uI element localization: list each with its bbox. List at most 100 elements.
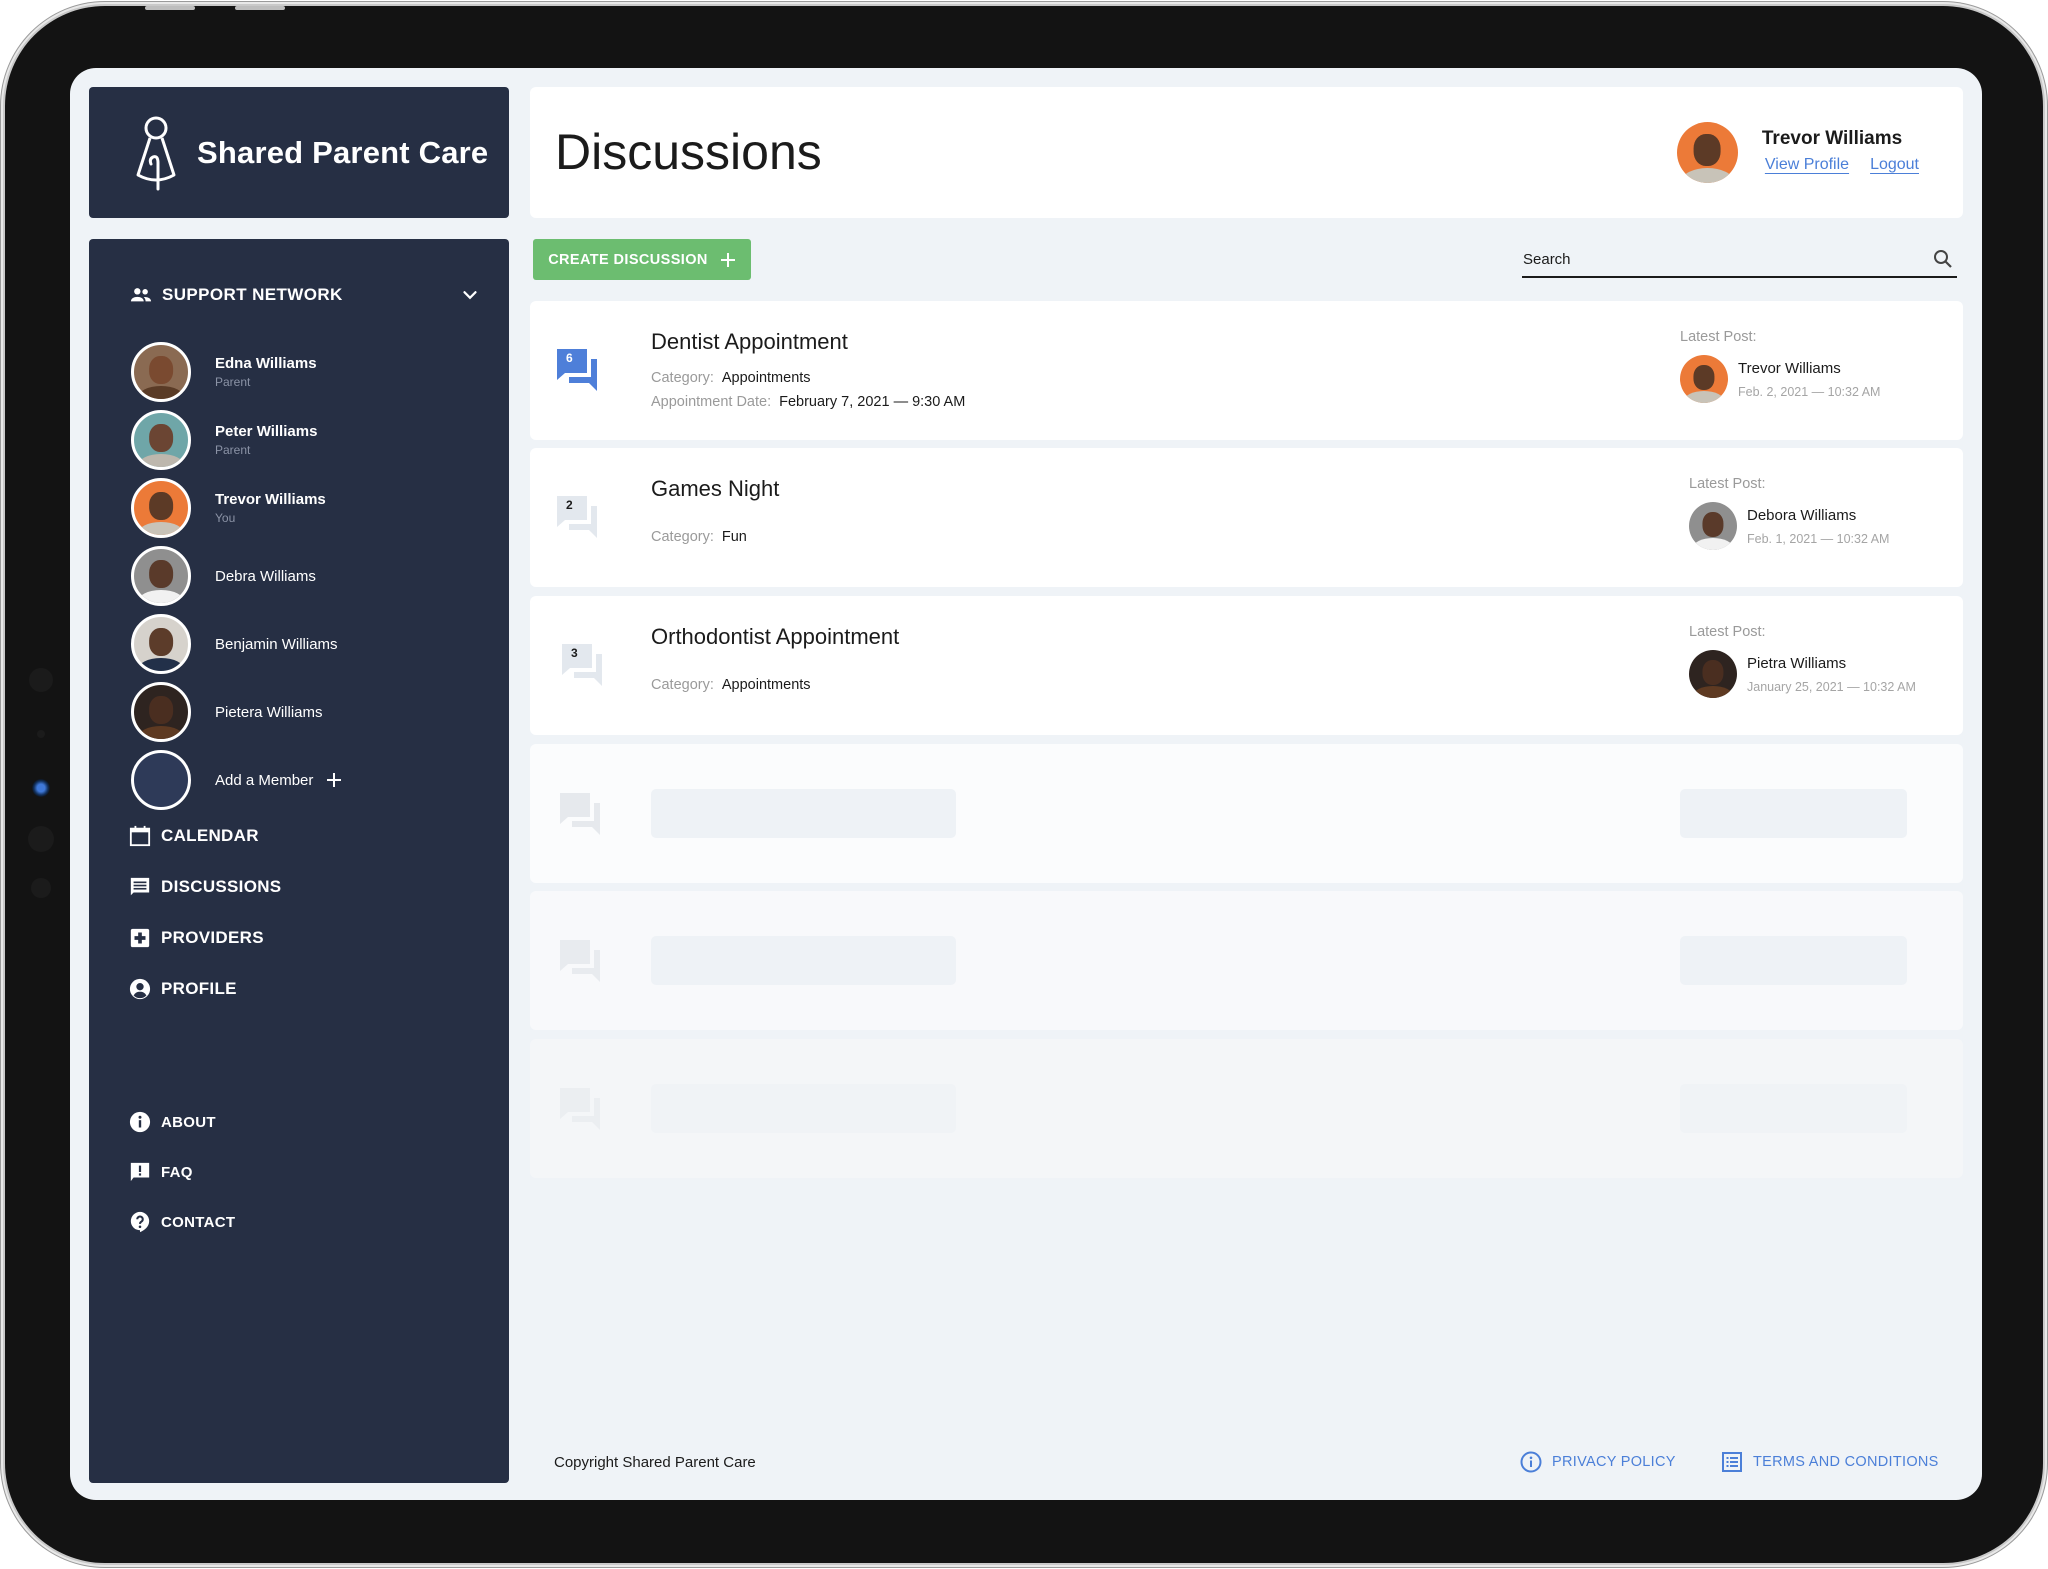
discussion-card[interactable]: 6 Dentist Appointment Category: Appointme… (530, 301, 1963, 440)
chat-icon: 3 (562, 644, 606, 686)
member-role: Parent (215, 374, 251, 389)
skeleton-bar (1680, 789, 1907, 838)
latest-date: January 25, 2021 — 10:32 AM (1747, 679, 1916, 694)
skeleton-card (530, 1039, 1963, 1178)
copyright-text: Copyright Shared Parent Care (554, 1454, 756, 1471)
user-avatar[interactable] (1676, 122, 1738, 183)
avatar (1689, 502, 1737, 550)
secondary-nav: ABOUT FAQ CONTACT (129, 1097, 235, 1247)
member-name: Edna Williams (215, 354, 317, 372)
nav-discussions[interactable]: DISCUSSIONS (129, 861, 281, 912)
discussion-title: Orthodontist Appointment (651, 624, 900, 649)
date-label: Appointment Date: (651, 394, 772, 410)
calendar-icon (129, 825, 151, 846)
category-value: Appointments (721, 677, 811, 693)
privacy-policy-link[interactable]: PRIVACY POLICY (1520, 1451, 1676, 1473)
primary-nav: CALENDAR DISCUSSIONS PROVIDERS PROFILE (129, 810, 281, 1014)
member-item[interactable]: Debra Williams (131, 542, 343, 610)
chat-icon (560, 940, 600, 982)
create-discussion-label: CREATE DISCUSSION (548, 251, 708, 268)
user-name: Trevor Williams (1761, 128, 1903, 149)
app-name: Shared Parent Care (197, 134, 489, 170)
latest-post: Latest Post: Pietra Williams January 25,… (1689, 624, 1916, 698)
nav-contact[interactable]: CONTACT (129, 1197, 235, 1247)
page-header: Discussions Trevor Williams View Profile… (530, 87, 1963, 218)
category-row: Category: Appointments (651, 677, 811, 693)
category-label: Category: (651, 529, 714, 545)
app-logo[interactable]: Shared Parent Care (89, 87, 509, 218)
member-name: Benjamin Williams (215, 635, 338, 653)
unread-chat-icon: 6 (557, 349, 601, 391)
avatar (1689, 650, 1737, 698)
user-menu: Trevor Williams View Profile Logout (1676, 122, 1919, 183)
nav-label: FAQ (161, 1163, 193, 1181)
avatar (131, 410, 191, 470)
latest-author: Debora Williams (1747, 506, 1857, 524)
nav-about[interactable]: ABOUT (129, 1097, 235, 1147)
latest-date: Feb. 2, 2021 — 10:32 AM (1738, 384, 1881, 399)
discussions-icon (130, 877, 150, 895)
nav-calendar[interactable]: CALENDAR (129, 810, 281, 861)
camera-sensor (31, 878, 51, 898)
member-item[interactable]: Pietera Williams (131, 678, 343, 746)
search-input[interactable] (1522, 250, 1933, 268)
app-screen: Shared Parent Care SUPPORT NETWORK Edna … (70, 68, 1982, 1500)
latest-date: Feb. 1, 2021 — 10:32 AM (1747, 531, 1890, 546)
nav-label: PROVIDERS (161, 927, 264, 947)
discussion-card[interactable]: 3 Orthodontist Appointment Category: Appo… (530, 596, 1963, 735)
empty-avatar (131, 750, 191, 810)
terms-link[interactable]: TERMS AND CONDITIONS (1721, 1451, 1939, 1473)
terms-label: TERMS AND CONDITIONS (1753, 1454, 1939, 1470)
nav-providers[interactable]: PROVIDERS (129, 912, 281, 963)
info-icon (129, 1111, 151, 1133)
help-icon (130, 1211, 150, 1233)
latest-post: Latest Post: Debora Williams Feb. 1, 202… (1689, 476, 1889, 550)
member-item[interactable]: Edna Williams Parent (131, 338, 343, 406)
avatar (131, 682, 191, 742)
account-circle-icon (129, 978, 151, 999)
latest-post-label: Latest Post: (1689, 624, 1766, 640)
people-icon (130, 288, 152, 302)
skeleton-card (530, 891, 1963, 1030)
nav-faq[interactable]: FAQ (129, 1147, 235, 1197)
nav-label: DISCUSSIONS (161, 876, 282, 896)
avatar (131, 478, 191, 538)
skeleton-bar (651, 789, 956, 838)
member-item[interactable]: Peter Williams Parent (131, 406, 343, 474)
sidebar: SUPPORT NETWORK Edna Williams Parent Pet… (89, 239, 509, 1483)
chat-icon (560, 793, 600, 835)
support-network-toggle[interactable]: SUPPORT NETWORK (130, 281, 481, 309)
member-item[interactable]: Benjamin Williams (131, 610, 343, 678)
appointment-date-row: Appointment Date: February 7, 2021 — 9:30… (651, 394, 965, 410)
logout-link[interactable]: Logout (1870, 156, 1919, 174)
post-count: 2 (566, 498, 573, 512)
page-title: Discussions (555, 124, 822, 180)
skeleton-bar (651, 936, 956, 985)
device-button (145, 6, 195, 10)
member-item[interactable]: Trevor Williams You (131, 474, 343, 542)
member-name: Debra Williams (215, 567, 316, 585)
camera-sensor (37, 730, 45, 738)
feedback-icon (130, 1162, 150, 1182)
create-discussion-button[interactable]: CREATE DISCUSSION (533, 239, 751, 280)
member-name: Trevor Williams (215, 490, 326, 508)
latest-post-label: Latest Post: (1689, 476, 1766, 492)
member-role: Parent (215, 442, 251, 457)
search-icon[interactable] (1933, 249, 1953, 269)
chat-icon: 2 (557, 496, 601, 538)
add-member-label: Add a Member (215, 771, 314, 789)
member-role: You (215, 510, 236, 525)
add-member-button[interactable]: Add a Member (131, 746, 343, 814)
camera-sensor (28, 826, 54, 852)
chevron-down-icon[interactable] (459, 284, 481, 306)
discussion-card[interactable]: 2 Games Night Category: Fun Latest Post: … (530, 448, 1963, 587)
nav-label: PROFILE (161, 978, 237, 998)
nav-label: ABOUT (161, 1113, 216, 1131)
view-profile-link[interactable]: View Profile (1765, 156, 1849, 174)
discussion-title: Games Night (651, 476, 780, 501)
member-name: Peter Williams (215, 422, 318, 440)
medical-plus-icon (130, 928, 150, 947)
latest-post: Latest Post: Trevor Williams Feb. 2, 202… (1680, 329, 1880, 403)
nav-profile[interactable]: PROFILE (129, 963, 281, 1014)
date-value: February 7, 2021 — 9:30 AM (779, 394, 966, 410)
